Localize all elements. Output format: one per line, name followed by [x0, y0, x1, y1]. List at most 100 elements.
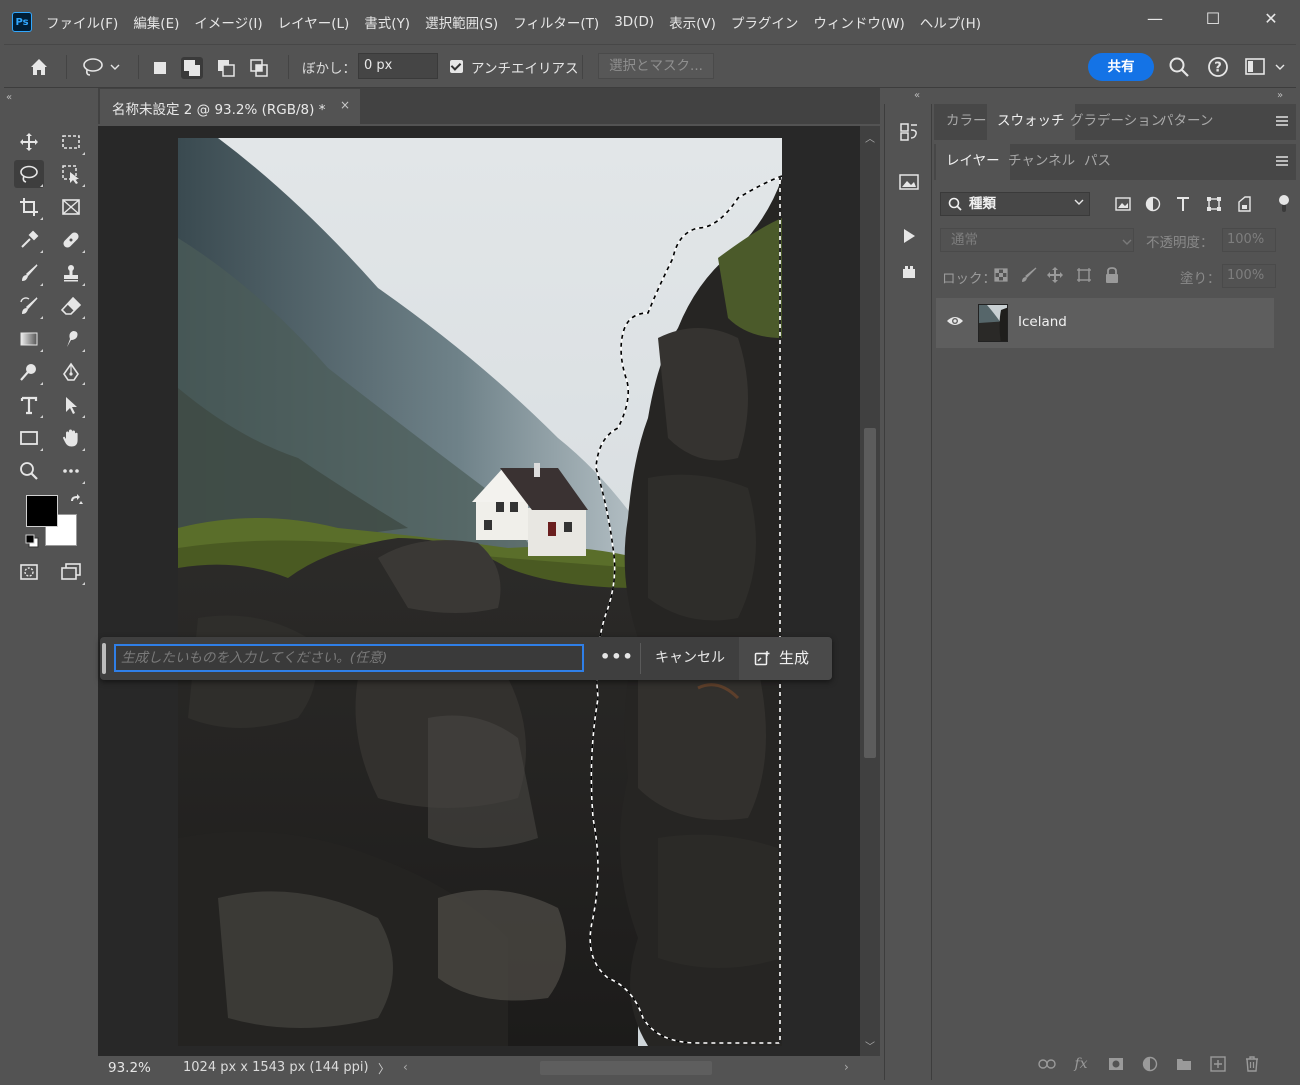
- marquee-tool-icon[interactable]: [56, 128, 86, 156]
- new-adjustment-layer-icon[interactable]: [1140, 1054, 1160, 1074]
- menu-image[interactable]: イメージ(I): [194, 12, 262, 32]
- brush-tool-icon[interactable]: [14, 259, 44, 287]
- add-mask-icon[interactable]: [1106, 1054, 1126, 1074]
- cancel-button[interactable]: キャンセル: [642, 637, 738, 680]
- filter-pixel-icon[interactable]: [1113, 194, 1133, 214]
- more-tools-icon[interactable]: [56, 457, 86, 485]
- new-layer-icon[interactable]: [1208, 1054, 1228, 1074]
- menu-plugins[interactable]: プラグイン: [731, 12, 799, 32]
- zoom-level-field[interactable]: 93.2%: [108, 1060, 151, 1076]
- menu-view[interactable]: 表示(V): [669, 12, 716, 32]
- expand-panels-icon[interactable]: »: [1277, 90, 1283, 101]
- status-menu-icon[interactable]: 〉: [378, 1060, 390, 1077]
- new-group-icon[interactable]: [1174, 1054, 1194, 1074]
- lasso-tool-icon[interactable]: [14, 160, 44, 188]
- search-icon[interactable]: [1168, 56, 1190, 82]
- tab-paths[interactable]: パス: [1074, 144, 1121, 180]
- swap-colors-icon[interactable]: [68, 493, 84, 513]
- horizontal-scrollbar-thumb[interactable]: [540, 1061, 712, 1075]
- menu-file[interactable]: ファイル(F): [46, 12, 118, 32]
- eyedropper-tool-icon[interactable]: [14, 226, 44, 254]
- layer-filter-select[interactable]: 種類: [940, 192, 1090, 216]
- home-icon[interactable]: [28, 56, 50, 82]
- lock-artboard-icon[interactable]: [1075, 266, 1093, 284]
- healing-brush-tool-icon[interactable]: [56, 226, 86, 254]
- clone-stamp-tool-icon[interactable]: [56, 259, 86, 287]
- document-image[interactable]: [178, 138, 782, 1046]
- visibility-eye-icon[interactable]: [946, 314, 964, 332]
- scroll-right-icon[interactable]: ›: [844, 1060, 849, 1074]
- smudge-tool-icon[interactable]: [56, 325, 86, 353]
- workspace-icon[interactable]: [1244, 57, 1288, 81]
- task-bar-grip-handle[interactable]: [102, 643, 106, 674]
- rectangle-tool-icon[interactable]: [14, 424, 44, 452]
- link-layers-icon[interactable]: [1037, 1054, 1057, 1074]
- new-selection-icon[interactable]: [149, 57, 171, 79]
- tab-channels[interactable]: チャンネル: [998, 144, 1085, 180]
- eraser-tool-icon[interactable]: [56, 292, 86, 320]
- layer-row[interactable]: Iceland: [936, 298, 1274, 348]
- menu-window[interactable]: ウィンドウ(W): [813, 12, 904, 32]
- close-button[interactable]: ✕: [1242, 0, 1300, 36]
- maximize-button[interactable]: ☐: [1184, 0, 1242, 36]
- properties-panel-icon[interactable]: [897, 120, 921, 144]
- collapse-panels-icon[interactable]: «: [914, 90, 920, 101]
- object-selection-tool-icon[interactable]: [56, 160, 86, 188]
- hand-tool-icon[interactable]: [56, 424, 86, 452]
- quick-mask-icon[interactable]: [14, 558, 44, 586]
- blend-mode-select[interactable]: 通常: [940, 228, 1134, 252]
- lock-pixels-icon[interactable]: [1020, 266, 1038, 284]
- zoom-tool-icon[interactable]: [14, 457, 44, 485]
- generate-button[interactable]: 生成: [739, 637, 832, 680]
- menu-3d[interactable]: 3D(D): [614, 14, 654, 30]
- filter-toggle[interactable]: [1278, 194, 1290, 214]
- filter-type-icon[interactable]: [1173, 194, 1193, 214]
- path-selection-tool-icon[interactable]: [56, 391, 86, 419]
- crop-tool-icon[interactable]: [14, 193, 44, 221]
- foreground-color-swatch[interactable]: [26, 495, 58, 527]
- plugins-panel-icon[interactable]: [897, 260, 921, 284]
- filter-smart-object-icon[interactable]: [1234, 194, 1254, 214]
- tab-patterns[interactable]: パターン: [1150, 104, 1223, 140]
- generative-fill-prompt-input[interactable]: 生成したいものを入力してください。(任意): [114, 644, 584, 672]
- select-and-mask-button[interactable]: 選択とマスク...: [598, 53, 714, 79]
- vertical-scrollbar-thumb[interactable]: [864, 428, 876, 758]
- add-to-selection-icon[interactable]: [181, 57, 203, 79]
- screen-mode-icon[interactable]: [56, 558, 86, 586]
- delete-layer-icon[interactable]: [1242, 1054, 1262, 1074]
- menu-layer[interactable]: レイヤー(L): [278, 12, 350, 32]
- toolbar-collapse-icon[interactable]: «: [6, 92, 12, 103]
- document-tab[interactable]: 名称未設定 2 @ 93.2% (RGB/8) * ×: [100, 89, 360, 125]
- panel-menu-icon[interactable]: [1276, 116, 1288, 126]
- actions-play-icon[interactable]: [897, 224, 921, 248]
- default-colors-icon[interactable]: [25, 534, 39, 552]
- menu-edit[interactable]: 編集(E): [133, 12, 179, 32]
- gradient-tool-icon[interactable]: [14, 325, 44, 353]
- menu-help[interactable]: ヘルプ(H): [920, 12, 981, 32]
- intersect-selection-icon[interactable]: [248, 57, 270, 79]
- subtract-from-selection-icon[interactable]: [215, 57, 237, 79]
- share-button[interactable]: 共有: [1088, 53, 1154, 81]
- frame-tool-icon[interactable]: [56, 193, 86, 221]
- more-options-button[interactable]: •••: [600, 647, 634, 666]
- libraries-panel-icon[interactable]: [897, 170, 921, 194]
- lock-position-icon[interactable]: [1046, 266, 1064, 284]
- dodge-tool-icon[interactable]: [14, 358, 44, 386]
- opacity-field[interactable]: 100%: [1222, 228, 1276, 252]
- minimize-button[interactable]: —: [1126, 0, 1184, 36]
- menu-select[interactable]: 選択範囲(S): [425, 12, 498, 32]
- filter-adjustment-icon[interactable]: [1143, 194, 1163, 214]
- menu-filter[interactable]: フィルター(T): [513, 12, 599, 32]
- pen-tool-icon[interactable]: [56, 358, 86, 386]
- scroll-down-icon[interactable]: ﹀: [865, 1038, 875, 1053]
- feather-input[interactable]: 0 px: [358, 53, 438, 79]
- scroll-left-icon[interactable]: ‹: [403, 1060, 408, 1074]
- help-icon[interactable]: ?: [1207, 56, 1229, 82]
- move-tool-icon[interactable]: [14, 128, 44, 156]
- history-brush-tool-icon[interactable]: [14, 292, 44, 320]
- fill-field[interactable]: 100%: [1222, 264, 1276, 288]
- close-document-icon[interactable]: ×: [340, 98, 350, 112]
- menu-type[interactable]: 書式(Y): [364, 12, 410, 32]
- lasso-preset-icon[interactable]: [82, 57, 122, 81]
- lock-transparent-icon[interactable]: [992, 266, 1010, 284]
